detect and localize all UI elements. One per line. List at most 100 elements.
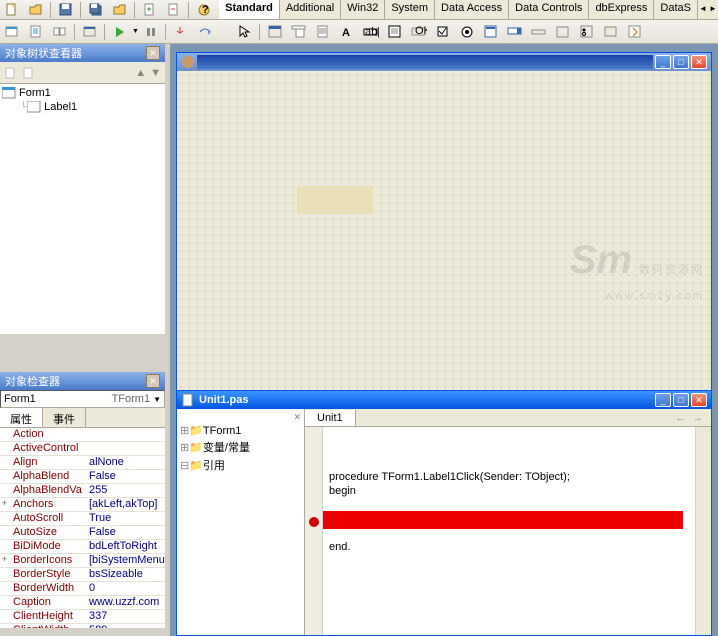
tab-dbexpress[interactable]: dbExpress	[589, 0, 654, 19]
remove-file-icon[interactable]	[163, 1, 185, 19]
groupbox-icon[interactable]	[551, 21, 575, 43]
tree-new-icon[interactable]	[4, 66, 18, 80]
code-editor[interactable]: procedure TForm1.Label1Click(Sender: TOb…	[305, 427, 711, 635]
tab-events[interactable]: 事件	[43, 408, 86, 427]
close-button[interactable]: ✕	[691, 55, 707, 69]
minimize-button[interactable]: _	[655, 55, 671, 69]
memo-icon[interactable]	[383, 21, 407, 43]
placed-label-component[interactable]	[297, 186, 373, 214]
tab-win32[interactable]: Win32	[341, 0, 385, 19]
radiobutton-icon[interactable]	[455, 21, 479, 43]
property-row[interactable]: Action	[0, 428, 165, 442]
combo-dropdown-icon[interactable]: ▼	[153, 395, 161, 404]
code-title-bar[interactable]: Unit1.pas _ □ ✕	[177, 391, 711, 409]
breakpoint-icon[interactable]	[309, 517, 319, 527]
actionlist-icon[interactable]	[623, 21, 647, 43]
error-highlight	[323, 511, 683, 529]
tab-scroll-left-icon[interactable]: ◄	[698, 0, 708, 16]
tab-datas[interactable]: DataS	[654, 0, 698, 19]
property-row[interactable]: +Anchors[akLeft,akTop]	[0, 498, 165, 512]
code-title-text: Unit1.pas	[199, 394, 249, 406]
code-tab-unit1[interactable]: Unit1	[305, 410, 356, 426]
inspector-object-name: Form1	[4, 393, 36, 405]
tree-delete-icon[interactable]	[22, 66, 36, 80]
folder-icon: 📁	[189, 441, 203, 454]
tree-node-form[interactable]: Form1	[2, 86, 163, 100]
radiogroup-icon[interactable]	[575, 21, 599, 43]
save-icon[interactable]	[55, 1, 77, 19]
maximize-button[interactable]: □	[673, 55, 689, 69]
frames-icon[interactable]	[263, 21, 287, 43]
run-icon[interactable]	[109, 23, 131, 41]
editor-scrollbar[interactable]	[695, 427, 711, 635]
inspector-close-icon[interactable]: ✕	[146, 374, 160, 388]
pause-icon[interactable]	[140, 23, 162, 41]
tab-system[interactable]: System	[385, 0, 435, 19]
property-row[interactable]: AutoSizeFalse	[0, 526, 165, 540]
code-tree-close-icon[interactable]: ✕	[180, 412, 301, 423]
property-row[interactable]: ClientHeight337	[0, 610, 165, 624]
tree-up-icon[interactable]: ▲	[135, 67, 146, 79]
inspector-object-combo[interactable]: Form1 TForm1 ▼	[0, 390, 165, 408]
nav-back-icon[interactable]: ←	[675, 412, 686, 424]
add-file-icon[interactable]	[139, 1, 161, 19]
tree-node-label1[interactable]: └ Label1	[2, 100, 163, 114]
listbox-icon[interactable]	[479, 21, 503, 43]
button-icon[interactable]: OK	[407, 21, 431, 43]
property-row[interactable]: ActiveControl	[0, 442, 165, 456]
run-dropdown-icon[interactable]: ▼	[132, 28, 139, 35]
view-form-icon[interactable]	[1, 23, 23, 41]
property-row[interactable]: AlphaBlendVa255	[0, 484, 165, 498]
toggle-icon[interactable]	[49, 23, 71, 41]
code-text-area[interactable]: procedure TForm1.Label1Click(Sender: TOb…	[323, 427, 695, 635]
trace-into-icon[interactable]	[170, 23, 192, 41]
svg-text:?: ?	[202, 4, 209, 16]
code-close-button[interactable]: ✕	[691, 393, 707, 407]
help-icon[interactable]: ?	[193, 1, 215, 19]
pointer-icon[interactable]	[233, 21, 257, 43]
tab-data-access[interactable]: Data Access	[435, 0, 509, 19]
new-icon[interactable]	[1, 1, 23, 19]
code-maximize-button[interactable]: □	[673, 393, 689, 407]
checkbox-icon[interactable]	[431, 21, 455, 43]
property-row[interactable]: AlphaBlendFalse	[0, 470, 165, 484]
tab-data-controls[interactable]: Data Controls	[509, 0, 589, 19]
new-form-icon[interactable]	[79, 23, 101, 41]
code-minimize-button[interactable]: _	[655, 393, 671, 407]
combobox-icon[interactable]	[503, 21, 527, 43]
scrollbar-icon[interactable]	[527, 21, 551, 43]
save-all-icon[interactable]	[85, 1, 107, 19]
tab-standard[interactable]: Standard	[219, 0, 280, 19]
code-tree-node[interactable]: ⊟ 📁 引用	[180, 456, 301, 474]
panel-icon[interactable]	[599, 21, 623, 43]
label-icon[interactable]: A	[335, 21, 359, 43]
property-row[interactable]: Captionwww.uzzf.com	[0, 596, 165, 610]
mainmenu-icon[interactable]	[287, 21, 311, 43]
svg-text:OK: OK	[415, 25, 427, 37]
property-row[interactable]: BorderStylebsSizeable	[0, 568, 165, 582]
step-over-icon[interactable]	[194, 23, 216, 41]
design-surface[interactable]	[177, 71, 711, 391]
tab-additional[interactable]: Additional	[280, 0, 341, 19]
code-tree-node[interactable]: ⊞ 📁 变量/常量	[180, 438, 301, 456]
designer-title-bar[interactable]: _ □ ✕	[177, 53, 711, 71]
view-unit-icon[interactable]	[25, 23, 47, 41]
tree-down-icon[interactable]: ▼	[150, 67, 161, 79]
property-row[interactable]: AutoScrollTrue	[0, 512, 165, 526]
edit-icon[interactable]: ab|	[359, 21, 383, 43]
tab-properties[interactable]: 属性	[0, 408, 43, 427]
tree-panel-close-icon[interactable]: ✕	[146, 46, 160, 60]
open-icon[interactable]	[25, 1, 47, 19]
property-row[interactable]: +BorderIcons[biSystemMenu	[0, 554, 165, 568]
property-row[interactable]: BiDiModebdLeftToRight	[0, 540, 165, 554]
nav-forward-icon[interactable]: →	[692, 412, 703, 424]
code-tree-node[interactable]: ⊞ 📁 TForm1	[180, 423, 301, 438]
popupmenu-icon[interactable]	[311, 21, 335, 43]
editor-gutter[interactable]	[305, 427, 323, 635]
tab-scroll-right-icon[interactable]: ►	[708, 0, 718, 16]
code-file-tabs: Unit1 ← →	[305, 409, 711, 427]
open-project-icon[interactable]	[109, 1, 131, 19]
property-row[interactable]: AlignalNone	[0, 456, 165, 470]
property-row[interactable]: ClientWidth589	[0, 624, 165, 628]
property-row[interactable]: BorderWidth0	[0, 582, 165, 596]
